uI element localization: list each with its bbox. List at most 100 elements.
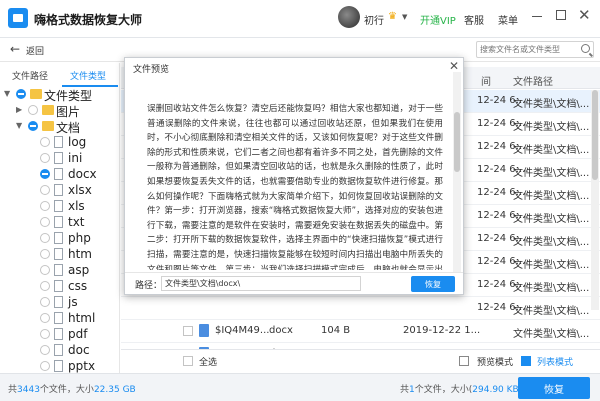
table-scrollbar[interactable] xyxy=(591,90,599,310)
table-row[interactable]: 12-24 6:... 文件类型\文档\... xyxy=(121,297,600,320)
tree-item-label[interactable]: html xyxy=(68,311,95,325)
tree-item[interactable]: doc xyxy=(0,343,119,359)
tree-item-label[interactable]: htm xyxy=(68,247,92,261)
avatar[interactable] xyxy=(338,6,360,28)
back-button[interactable]: 返回 xyxy=(26,44,44,57)
dialog-recover-button[interactable]: 恢复 xyxy=(411,276,455,292)
tree-item[interactable]: log xyxy=(0,135,119,151)
cell-name: $IQ4M49... xyxy=(215,325,270,336)
service-button[interactable]: 客服 xyxy=(464,12,484,27)
tree-item-checkbox[interactable] xyxy=(28,105,38,115)
list-icon[interactable] xyxy=(521,356,531,366)
scrollbar-thumb[interactable] xyxy=(592,90,598,180)
tree-item[interactable]: ini xyxy=(0,151,119,167)
tree-item-checkbox[interactable] xyxy=(40,217,50,227)
username[interactable]: 初行 xyxy=(364,12,384,27)
tree-item-checkbox[interactable] xyxy=(40,345,50,355)
select-all-checkbox[interactable] xyxy=(183,356,193,366)
tree-item[interactable]: asp xyxy=(0,263,119,279)
tree-item-checkbox[interactable] xyxy=(28,121,38,131)
maximize-icon[interactable] xyxy=(556,10,566,20)
tree-item-checkbox[interactable] xyxy=(40,201,50,211)
tree-item-label[interactable]: xls xyxy=(68,199,85,213)
tree-item-label[interactable]: log xyxy=(68,135,86,149)
tree-item-checkbox[interactable] xyxy=(40,281,50,291)
tree-item[interactable]: ▼ 文件类型 xyxy=(0,87,119,103)
tree-item-label[interactable]: css xyxy=(68,279,87,293)
recover-button[interactable]: 恢复 xyxy=(518,377,590,399)
tree-item-checkbox[interactable] xyxy=(40,265,50,275)
tree-item-label[interactable]: js xyxy=(68,295,78,309)
tree-item-label[interactable]: asp xyxy=(68,263,89,277)
preview-mode-button[interactable]: 预览模式 xyxy=(477,355,513,368)
tree-item[interactable]: xls xyxy=(0,199,119,215)
tree-item[interactable]: docx xyxy=(0,167,119,183)
tree-item-checkbox[interactable] xyxy=(40,313,50,323)
vip-button[interactable]: 开通VIP xyxy=(420,12,456,27)
chevron-down-icon[interactable]: ▼ xyxy=(16,121,22,130)
minimize-icon[interactable] xyxy=(532,16,542,17)
app-logo-icon xyxy=(8,8,28,28)
table-row[interactable]: $IQ4M49... docx 104 B 2019-12-22 1... 文件类型\文… xyxy=(121,320,600,343)
tree-item-checkbox[interactable] xyxy=(40,185,50,195)
tree-item[interactable]: css xyxy=(0,279,119,295)
tree-item[interactable]: ▼ 文档 xyxy=(0,119,119,135)
tree-item[interactable]: pptx xyxy=(0,359,119,373)
tree-item-checkbox[interactable] xyxy=(40,137,50,147)
header-time[interactable]: 间 xyxy=(481,73,491,88)
tree-item[interactable]: html xyxy=(0,311,119,327)
tree-item[interactable]: js xyxy=(0,295,119,311)
preview-scrollbar-thumb[interactable] xyxy=(454,112,460,172)
tree-item-label[interactable]: 图片 xyxy=(56,103,80,120)
search-box[interactable] xyxy=(476,41,594,58)
chevron-right-icon[interactable]: ▶ xyxy=(16,105,22,114)
grid-icon[interactable] xyxy=(459,356,469,366)
dialog-close-icon[interactable]: ✕ xyxy=(449,59,459,73)
tree-item-label[interactable]: 文档 xyxy=(56,119,80,136)
tree-item[interactable]: txt xyxy=(0,215,119,231)
list-mode-button[interactable]: 列表模式 xyxy=(537,355,573,368)
menu-button[interactable]: 菜单 xyxy=(498,12,518,27)
file-preview-dialog: 文件预览 ✕ 误删回收站文件怎么恢复？清空后还能恢复吗？相信大家也都知道，对于一… xyxy=(124,57,464,295)
document-icon xyxy=(54,136,63,148)
table-footer: 全选 预览模式 列表模式 xyxy=(121,349,600,372)
tree-item-label[interactable]: ini xyxy=(68,151,82,165)
tree-item-label[interactable]: pptx xyxy=(68,359,95,373)
document-icon xyxy=(54,264,63,276)
tree-item-checkbox[interactable] xyxy=(40,249,50,259)
tree-item[interactable]: php xyxy=(0,231,119,247)
tree-item-checkbox[interactable] xyxy=(40,169,50,179)
tree-item-label[interactable]: php xyxy=(68,231,91,245)
chevron-down-icon[interactable]: ▼ xyxy=(402,13,407,21)
tree-item-label[interactable]: doc xyxy=(68,343,90,357)
tree-item-checkbox[interactable] xyxy=(40,297,50,307)
tree-item-label[interactable]: pdf xyxy=(68,327,87,341)
tree-item-checkbox[interactable] xyxy=(40,233,50,243)
back-arrow-icon[interactable]: ← xyxy=(10,42,20,56)
close-icon[interactable]: ✕ xyxy=(578,6,591,24)
row-checkbox[interactable] xyxy=(183,326,193,336)
tree-item[interactable]: htm xyxy=(0,247,119,263)
tab-file-type[interactable]: 文件类型 xyxy=(70,69,106,82)
tree-item-checkbox[interactable] xyxy=(40,153,50,163)
header-path[interactable]: 文件路径 xyxy=(513,73,553,88)
tree-item-label[interactable]: docx xyxy=(68,167,97,181)
select-all-label[interactable]: 全选 xyxy=(199,355,217,368)
tree-item[interactable]: ▶ 图片 xyxy=(0,103,119,119)
search-icon[interactable] xyxy=(581,44,590,53)
search-input[interactable] xyxy=(477,42,577,57)
tree-item-checkbox[interactable] xyxy=(40,361,50,371)
tree-item[interactable]: xlsx xyxy=(0,183,119,199)
cell-path: 文件类型\文档\... xyxy=(513,237,590,248)
tree-item-checkbox[interactable] xyxy=(40,329,50,339)
selected-size: 294.90 KB xyxy=(472,385,519,395)
tree-item[interactable]: pdf xyxy=(0,327,119,343)
preview-scrollbar[interactable] xyxy=(453,72,461,272)
total-count: 3443 xyxy=(17,385,40,395)
chevron-down-icon[interactable]: ▼ xyxy=(4,89,10,98)
tree-item-checkbox[interactable] xyxy=(16,89,26,99)
tab-file-path[interactable]: 文件路径 xyxy=(12,69,48,82)
tree-item-label[interactable]: 文件类型 xyxy=(44,87,92,104)
tree-item-label[interactable]: txt xyxy=(68,215,85,229)
tree-item-label[interactable]: xlsx xyxy=(68,183,92,197)
